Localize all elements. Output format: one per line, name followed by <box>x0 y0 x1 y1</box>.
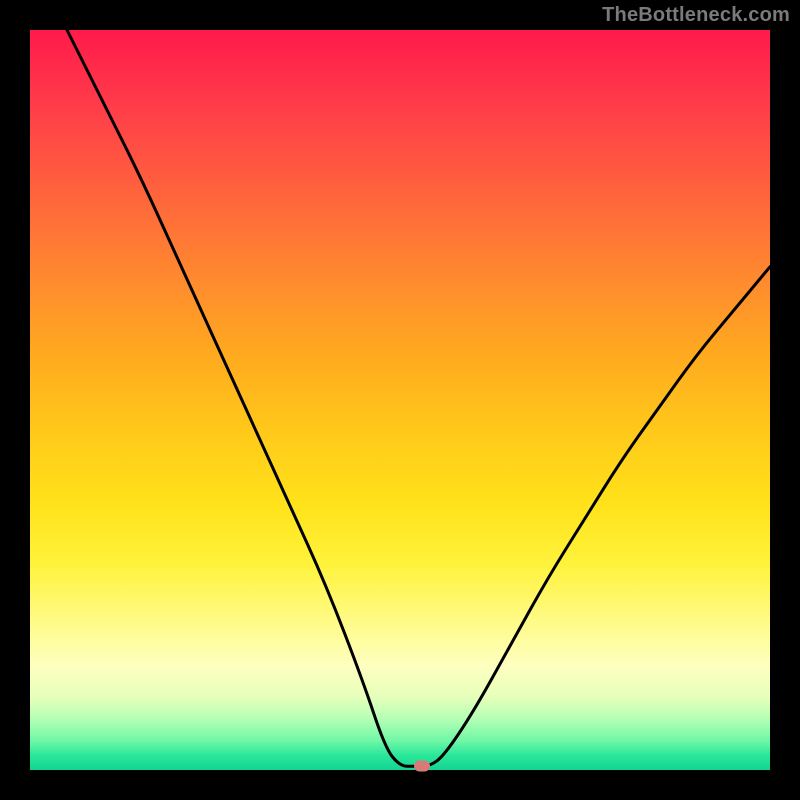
watermark-text: TheBottleneck.com <box>602 4 790 27</box>
bottleneck-curve <box>30 30 770 770</box>
optimal-point-marker <box>414 761 430 772</box>
chart-frame: TheBottleneck.com <box>0 0 800 800</box>
plot-area <box>30 30 770 770</box>
